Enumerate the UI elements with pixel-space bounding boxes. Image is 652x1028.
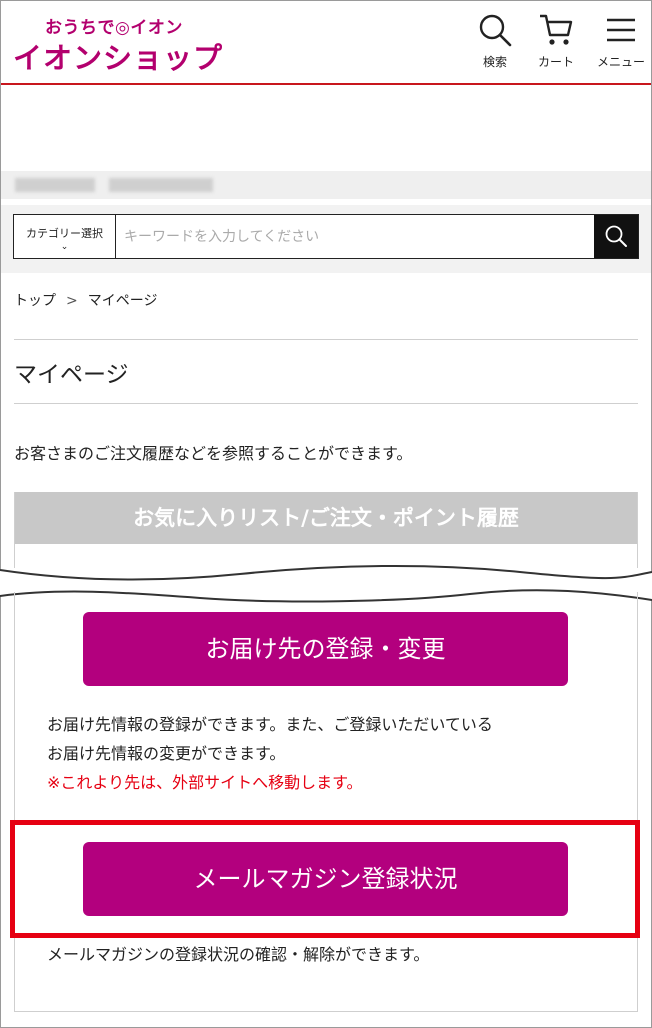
search-label: 検索 — [482, 55, 507, 69]
site-logo[interactable]: おうちで◎イオン イオンショップ — [13, 13, 222, 75]
keyword-input[interactable] — [124, 215, 594, 258]
category-select-label: カテゴリー選択 — [26, 227, 103, 240]
breadcrumb-current: マイページ — [87, 293, 158, 309]
mail-magazine-button[interactable]: メールマガジン登録状況 — [83, 842, 568, 916]
search-icon — [479, 14, 512, 47]
delivery-address-button[interactable]: お届け先の登録・変更 — [83, 612, 568, 686]
page-title: マイページ — [14, 362, 129, 388]
delivery-address-description: お届け先情報の登録ができます。また、ご登録いただいている — [47, 715, 493, 734]
mail-magazine-description: メールマガジンの登録状況の確認・解除ができます。 — [47, 945, 430, 964]
divider — [14, 403, 638, 404]
divider — [14, 339, 638, 340]
cart-icon — [540, 14, 573, 45]
breadcrumb-home-link[interactable]: トップ — [14, 293, 56, 309]
chevron-down-icon: ⌄ — [60, 242, 69, 252]
header-search-button[interactable]: 検索 — [465, 13, 525, 73]
external-site-warning: ※これより先は、外部サイトへ移動します。 — [47, 773, 363, 792]
search-icon — [605, 225, 627, 247]
site-header: おうちで◎イオン イオンショップ 検索 カート メニュー — [1, 1, 651, 85]
header-cart-button[interactable]: カート — [526, 13, 586, 73]
page-intro: お客さまのご注文履歴などを参照することができます。 — [14, 444, 413, 463]
search-bar: カテゴリー選択 ⌄ — [13, 214, 639, 259]
logo-wordmark: イオンショップ — [13, 41, 224, 75]
delivery-address-description-2: お届け先情報の変更ができます。 — [47, 744, 286, 763]
breadcrumb: トップ > マイページ — [14, 290, 157, 310]
search-submit-button[interactable] — [594, 215, 638, 258]
menu-label: メニュー — [596, 55, 645, 69]
obscured-user-info — [1, 171, 651, 199]
hamburger-menu-icon — [607, 18, 635, 42]
search-area: カテゴリー選択 ⌄ — [1, 205, 651, 273]
section-heading: お気に入りリスト/ご注文・ポイント履歴 — [15, 492, 637, 544]
breadcrumb-separator: > — [66, 293, 78, 309]
category-select[interactable]: カテゴリー選択 ⌄ — [14, 215, 116, 258]
cart-label: カート — [537, 55, 574, 69]
header-menu-button[interactable]: メニュー — [591, 13, 651, 73]
